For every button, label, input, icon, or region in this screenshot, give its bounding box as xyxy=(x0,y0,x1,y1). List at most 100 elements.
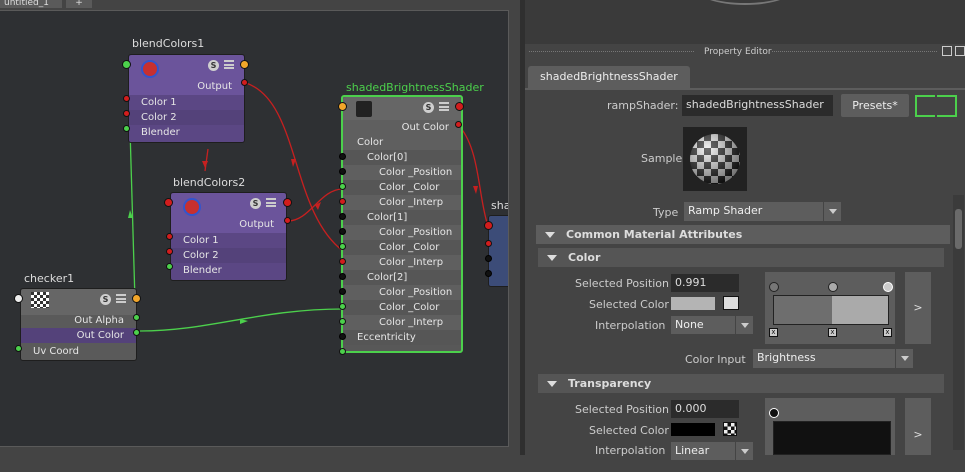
graph-canvas[interactable]: blendColors1 S Output Color 1 Color 2 Bl… xyxy=(0,10,509,447)
transparency-selected-color-label: Selected Color xyxy=(589,424,669,437)
scrollbar[interactable] xyxy=(953,195,964,450)
output-port[interactable] xyxy=(284,217,291,224)
port-color2: Color 2 xyxy=(171,248,286,263)
close-panel-icon[interactable] xyxy=(955,46,965,56)
color2-port[interactable] xyxy=(339,288,346,295)
color-input-dropdown[interactable]: Brightness xyxy=(753,349,913,368)
delete-handle-icon[interactable]: x xyxy=(883,328,892,337)
port[interactable] xyxy=(485,255,492,262)
color-port[interactable] xyxy=(339,153,346,160)
shadedbrightnessshader-node[interactable]: S Out Color Color Color[0] Color _Positi… xyxy=(341,95,463,353)
node-input-port[interactable] xyxy=(164,198,173,207)
attr-color-interp: Color _Interp xyxy=(343,255,461,270)
wire-blend1-to-blend2 xyxy=(204,148,209,172)
out-color-port[interactable] xyxy=(133,329,140,336)
node-input-port[interactable] xyxy=(122,60,131,69)
blendcolors2-node[interactable]: S Output Color 1 Color 2 Blender xyxy=(170,192,287,281)
section-color[interactable]: Color xyxy=(538,248,944,267)
transparency-ramp[interactable] xyxy=(765,398,895,455)
node-output-port[interactable] xyxy=(283,198,292,207)
swatch-s-icon[interactable]: S xyxy=(208,60,219,71)
color-color-port[interactable] xyxy=(339,198,346,205)
position-port[interactable] xyxy=(339,303,346,310)
ramp-expand-button[interactable]: > xyxy=(905,272,931,344)
blender-port[interactable] xyxy=(166,263,173,270)
position-port[interactable] xyxy=(339,243,346,250)
out-color-port[interactable] xyxy=(455,121,462,128)
blendcolors1-node[interactable]: S Output Color 1 Color 2 Blender xyxy=(128,54,245,143)
blender-port[interactable] xyxy=(123,125,130,132)
color1-port[interactable] xyxy=(123,95,130,102)
node-output-port[interactable] xyxy=(240,60,249,69)
ramp-handle-selected[interactable] xyxy=(883,282,893,292)
ramp-handle-selected[interactable] xyxy=(769,408,779,418)
swatch-s-icon[interactable]: S xyxy=(100,294,111,305)
attr-color-position: Color _Position xyxy=(343,165,461,180)
color2-port[interactable] xyxy=(166,248,173,255)
ramp-handle[interactable] xyxy=(828,282,838,292)
wire-arrow xyxy=(240,319,248,324)
port-color2: Color 2 xyxy=(129,110,244,125)
port-out-color: Out Color xyxy=(343,120,461,135)
interp-port[interactable] xyxy=(339,213,346,220)
selected-color-swatch[interactable] xyxy=(671,297,715,310)
type-dropdown[interactable]: Ramp Shader xyxy=(684,202,841,221)
add-tab-button[interactable]: + xyxy=(66,0,92,8)
node-title: checker1 xyxy=(24,272,75,285)
out-alpha-port[interactable] xyxy=(133,314,140,321)
eccentricity-port[interactable] xyxy=(339,348,346,355)
color1-port[interactable] xyxy=(166,233,173,240)
list-icon[interactable] xyxy=(224,60,234,69)
transparency-color-swatch[interactable] xyxy=(671,423,715,436)
selected-position-field[interactable]: 0.991 xyxy=(671,274,739,292)
checker-map-icon[interactable] xyxy=(723,422,737,436)
sample-swatch[interactable] xyxy=(683,127,747,191)
swatch-s-icon[interactable]: S xyxy=(250,198,261,209)
ramp-handle[interactable] xyxy=(769,282,779,292)
show-output-icon[interactable] xyxy=(937,95,957,117)
interp-port[interactable] xyxy=(339,333,346,340)
output-port[interactable] xyxy=(241,79,248,86)
color-color-port[interactable] xyxy=(339,318,346,325)
attr-eccentricity: Eccentricity xyxy=(343,330,461,345)
interpolation-dropdown[interactable]: None xyxy=(671,316,753,334)
node-input-port[interactable] xyxy=(14,294,23,303)
float-panel-icon[interactable] xyxy=(942,46,952,56)
show-input-icon[interactable] xyxy=(915,95,935,117)
uv-coord-port[interactable] xyxy=(15,345,22,352)
section-common-material-attributes[interactable]: Common Material Attributes xyxy=(536,225,950,244)
position-port[interactable] xyxy=(339,183,346,190)
interp-port[interactable] xyxy=(339,273,346,280)
node-input-port[interactable] xyxy=(338,102,347,111)
tab-shadedbrightnessshader[interactable]: shadedBrightnessShader xyxy=(528,66,690,88)
node-input-port[interactable] xyxy=(484,221,493,230)
color-color-port[interactable] xyxy=(339,258,346,265)
swatch-s-icon[interactable]: S xyxy=(423,102,434,113)
node-name-field[interactable]: shadedBrightnessShader xyxy=(682,95,833,116)
scrollbar-thumb[interactable] xyxy=(955,209,962,249)
list-icon[interactable] xyxy=(266,198,276,207)
transparency-ramp-expand-button[interactable]: > xyxy=(905,398,931,455)
color0-port[interactable] xyxy=(339,168,346,175)
checker1-node[interactable]: S Out Alpha Out Color Uv Coord xyxy=(20,288,137,361)
node-output-port[interactable] xyxy=(455,102,464,111)
color-ramp[interactable]: x x x xyxy=(765,272,895,344)
delete-handle-icon[interactable]: x xyxy=(828,328,837,337)
node-title: shadedBrightnessShader xyxy=(346,81,484,94)
texture-map-button[interactable] xyxy=(723,296,739,310)
list-icon[interactable] xyxy=(439,102,449,111)
port[interactable] xyxy=(485,270,492,277)
color1-port[interactable] xyxy=(339,228,346,235)
transparency-selected-position-field[interactable]: 0.000 xyxy=(671,400,739,418)
color2-port[interactable] xyxy=(123,110,130,117)
port[interactable] xyxy=(485,240,492,247)
transparency-interpolation-dropdown[interactable]: Linear xyxy=(671,442,753,460)
section-transparency[interactable]: Transparency xyxy=(538,374,944,393)
graph-tab[interactable]: untitled_1 xyxy=(0,0,62,8)
node-output-port[interactable] xyxy=(132,294,141,303)
port-output: Output xyxy=(197,81,232,92)
list-icon[interactable] xyxy=(116,294,126,303)
presets-button[interactable]: Presets* xyxy=(841,94,909,117)
attr-color0: Color[0] xyxy=(343,150,461,165)
delete-handle-icon[interactable]: x xyxy=(769,328,778,337)
